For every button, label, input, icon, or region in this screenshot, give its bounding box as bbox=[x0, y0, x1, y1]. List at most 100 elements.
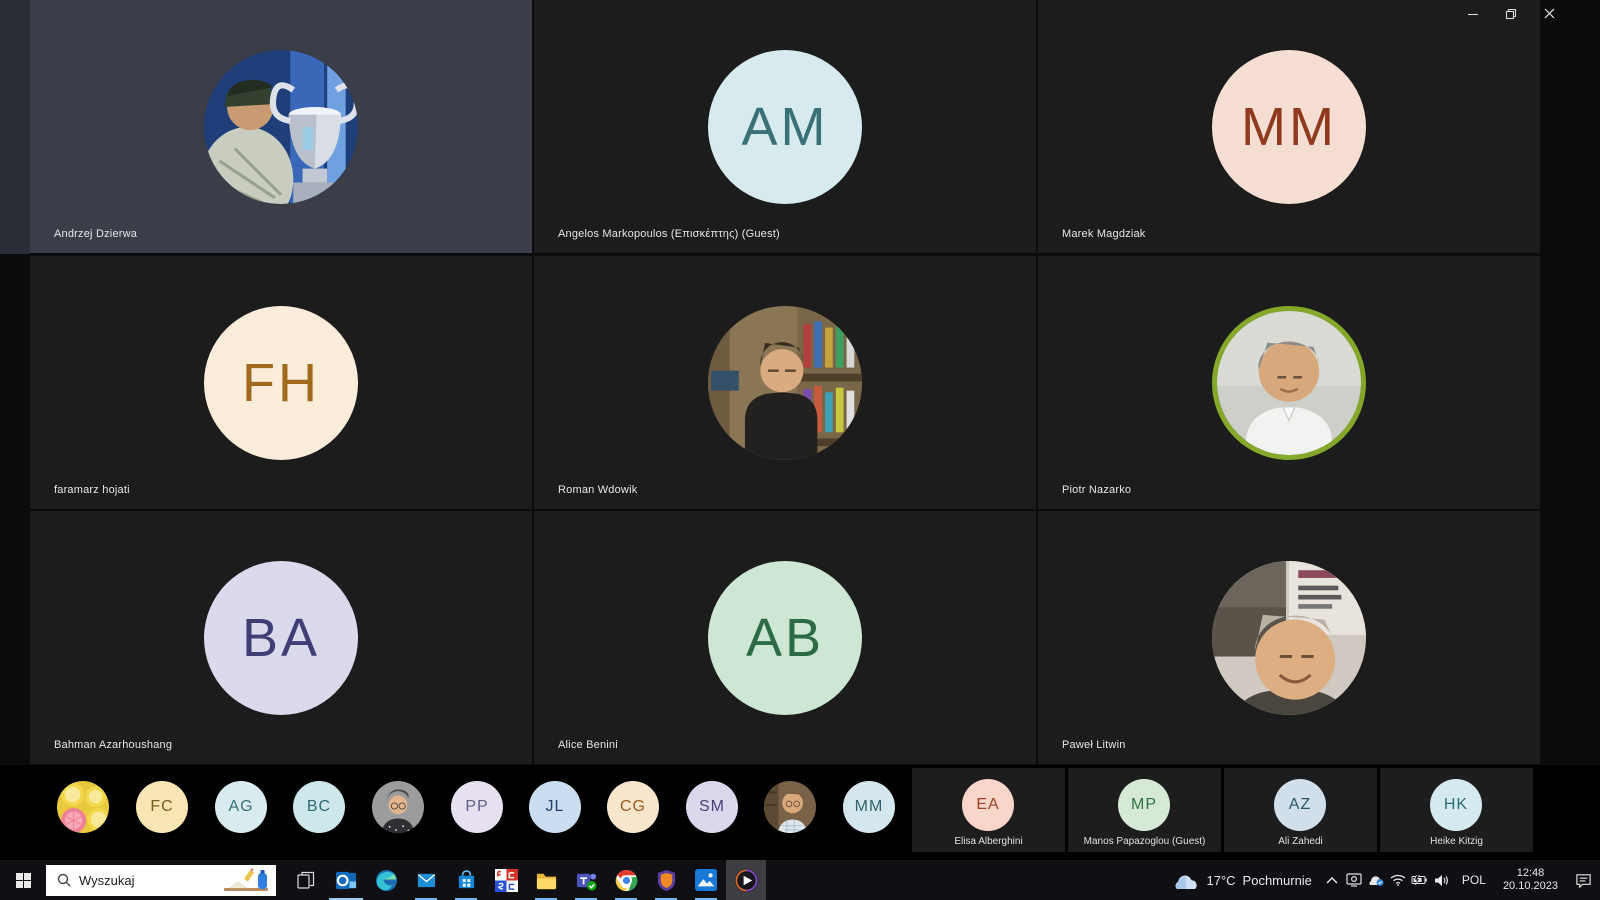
clock-time: 12:48 bbox=[1503, 867, 1558, 880]
file-explorer-icon bbox=[535, 869, 558, 892]
participant-name: Angelos Markopoulos (Επισκέπτης) (Guest) bbox=[558, 228, 780, 240]
taskbar-app-file-explorer[interactable] bbox=[526, 860, 566, 900]
teams-icon bbox=[575, 869, 598, 892]
taskbar-app-edge[interactable] bbox=[366, 860, 406, 900]
restore-button[interactable] bbox=[1492, 0, 1530, 27]
system-tray: 17°C Pochmurnie POL 12:48 bbox=[1163, 860, 1600, 900]
attendee-tile[interactable]: EA Elisa Alberghini bbox=[912, 768, 1065, 852]
selected-row-margin bbox=[0, 0, 30, 254]
strip-avatar-initials[interactable]: SM bbox=[686, 781, 738, 833]
weather-condition: Pochmurnie bbox=[1243, 873, 1312, 888]
taskbar-app-security-shield[interactable] bbox=[646, 860, 686, 900]
taskbar-app-photos[interactable] bbox=[686, 860, 726, 900]
participant-tile[interactable]: Piotr Nazarko bbox=[1038, 256, 1540, 509]
participant-tile[interactable]: Andrzej Dzierwa bbox=[30, 0, 532, 253]
participant-tile[interactable]: MM Marek Magdziak bbox=[1038, 0, 1540, 253]
attendee-initials-avatar: AZ bbox=[1274, 779, 1326, 831]
search-placeholder: Wyszukaj bbox=[79, 873, 135, 888]
participant-tile[interactable]: AB Alice Benini bbox=[534, 511, 1036, 764]
strip-avatar-initials[interactable]: BC bbox=[293, 781, 345, 833]
strip-avatar-portrait-photo[interactable] bbox=[764, 781, 816, 833]
task-view-icon bbox=[297, 871, 315, 889]
action-center-icon bbox=[1575, 872, 1592, 889]
clock[interactable]: 12:48 20.10.2023 bbox=[1495, 867, 1566, 893]
onedrive-icon[interactable] bbox=[1365, 860, 1387, 900]
attendee-tile[interactable]: MP Manos Papazoglou (Guest) bbox=[1068, 768, 1221, 852]
close-button[interactable] bbox=[1530, 0, 1568, 27]
taskbar-app-mail[interactable] bbox=[406, 860, 446, 900]
start-button[interactable] bbox=[0, 860, 46, 900]
attendee-strip: FC AG BC PP JL CG SM bbox=[0, 765, 1600, 860]
strip-avatar-initials[interactable]: AG bbox=[215, 781, 267, 833]
battery-icon[interactable] bbox=[1409, 860, 1431, 900]
weather-widget[interactable]: 17°C Pochmurnie bbox=[1163, 860, 1321, 900]
attendee-tile[interactable]: HK Heike Kitzig bbox=[1380, 768, 1533, 852]
participant-name: Roman Wdowik bbox=[558, 484, 637, 496]
attendee-initials-avatar: MP bbox=[1118, 779, 1170, 831]
attendee-name: Ali Zahedi bbox=[1224, 836, 1377, 847]
strip-avatar-initials[interactable]: CG bbox=[607, 781, 659, 833]
play-button-icon bbox=[734, 868, 759, 893]
minimize-button[interactable] bbox=[1454, 0, 1492, 27]
participant-photo bbox=[204, 50, 358, 204]
action-center-button[interactable] bbox=[1566, 860, 1600, 900]
attendee-initials-avatar: EA bbox=[962, 779, 1014, 831]
participant-initials-avatar: BA bbox=[204, 561, 358, 715]
frse-logo-icon bbox=[495, 869, 518, 892]
participant-tile[interactable]: Paweł Litwin bbox=[1038, 511, 1540, 764]
participant-photo bbox=[1212, 561, 1366, 715]
windows-taskbar: Wyszukaj bbox=[0, 860, 1600, 900]
strip-avatar-portrait-photo[interactable] bbox=[372, 781, 424, 833]
participant-photo bbox=[708, 306, 862, 460]
participant-tile[interactable]: AM Angelos Markopoulos (Επισκέπτης) (Gue… bbox=[534, 0, 1036, 253]
strip-avatar-initials[interactable]: MM bbox=[843, 781, 895, 833]
participant-tile[interactable]: Roman Wdowik bbox=[534, 256, 1036, 509]
participant-tile[interactable]: FH faramarz hojati bbox=[30, 256, 532, 509]
attendee-name: Heike Kitzig bbox=[1380, 836, 1533, 847]
attendee-tile[interactable]: AZ Ali Zahedi bbox=[1224, 768, 1377, 852]
clock-date: 20.10.2023 bbox=[1503, 880, 1558, 893]
strip-avatar-initials[interactable]: FC bbox=[136, 781, 188, 833]
participant-name: Paweł Litwin bbox=[1062, 739, 1126, 751]
strip-avatar-citrus-photo[interactable] bbox=[57, 781, 109, 833]
hidden-icons-chevron[interactable] bbox=[1321, 860, 1343, 900]
participant-name: faramarz hojati bbox=[54, 484, 130, 496]
volume-icon[interactable] bbox=[1431, 860, 1453, 900]
taskbar-app-store[interactable] bbox=[446, 860, 486, 900]
taskbar-app-media-player[interactable] bbox=[726, 860, 766, 900]
minimize-icon bbox=[1467, 8, 1479, 20]
strip-avatar-initials[interactable]: PP bbox=[451, 781, 503, 833]
close-icon bbox=[1543, 7, 1556, 20]
participant-name: Alice Benini bbox=[558, 739, 618, 751]
wifi-icon[interactable] bbox=[1387, 860, 1409, 900]
participant-name: Marek Magdziak bbox=[1062, 228, 1146, 240]
mail-icon bbox=[416, 870, 437, 891]
language-indicator[interactable]: POL bbox=[1453, 873, 1495, 887]
taskbar-app-teams[interactable] bbox=[566, 860, 606, 900]
weather-temp: 17°C bbox=[1207, 873, 1236, 888]
edge-icon bbox=[375, 869, 398, 892]
strip-avatar-initials[interactable]: JL bbox=[529, 781, 581, 833]
outlook-icon bbox=[335, 869, 358, 892]
participant-initials-avatar: AM bbox=[708, 50, 862, 204]
participant-name: Andrzej Dzierwa bbox=[54, 228, 137, 240]
restore-icon bbox=[1505, 8, 1517, 20]
taskbar-app-outlook[interactable] bbox=[326, 860, 366, 900]
participant-name: Bahman Azarhoushang bbox=[54, 739, 172, 751]
task-view-button[interactable] bbox=[286, 860, 326, 900]
window-controls bbox=[1454, 0, 1568, 27]
attendee-name: Elisa Alberghini bbox=[912, 836, 1065, 847]
attendee-name: Manos Papazoglou (Guest) bbox=[1068, 836, 1221, 847]
teams-meeting-window: Andrzej Dzierwa AM Angelos Markopoulos (… bbox=[0, 0, 1600, 900]
windows-logo-icon bbox=[16, 873, 31, 888]
photos-icon bbox=[695, 869, 717, 891]
cast-icon[interactable] bbox=[1343, 860, 1365, 900]
taskbar-app-frse[interactable] bbox=[486, 860, 526, 900]
taskbar-app-chrome[interactable] bbox=[606, 860, 646, 900]
search-doodle-icon bbox=[222, 867, 274, 894]
participant-tile[interactable]: BA Bahman Azarhoushang bbox=[30, 511, 532, 764]
chrome-icon bbox=[615, 869, 638, 892]
participant-initials-avatar: MM bbox=[1212, 50, 1366, 204]
search-input[interactable]: Wyszukaj bbox=[46, 865, 276, 896]
participant-name: Piotr Nazarko bbox=[1062, 484, 1131, 496]
